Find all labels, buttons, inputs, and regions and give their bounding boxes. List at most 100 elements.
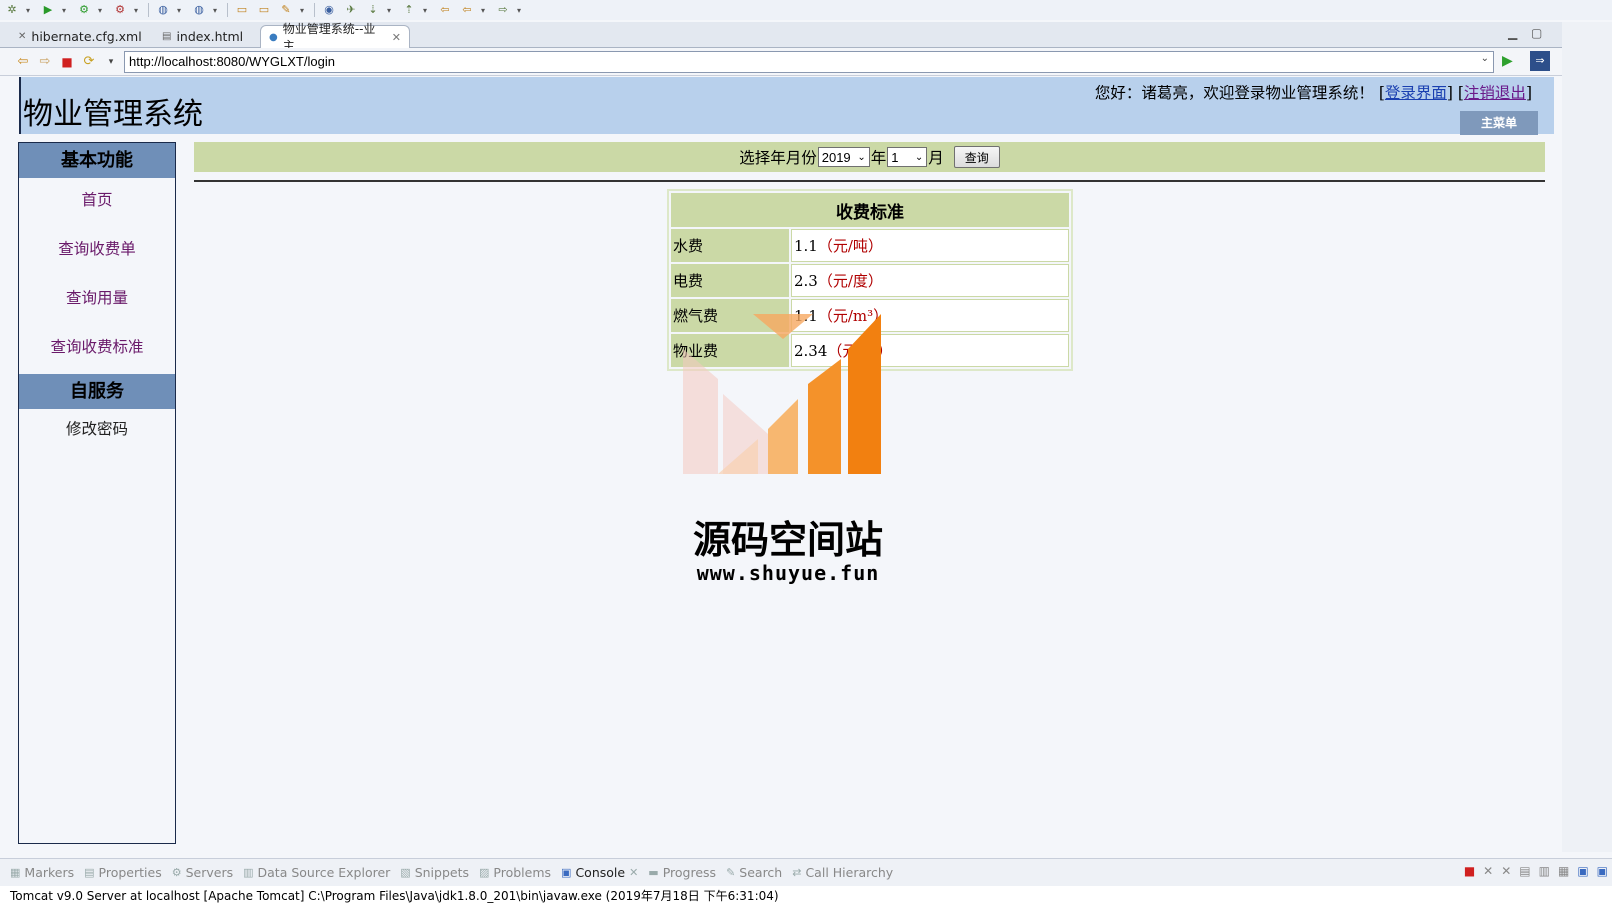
fee-value-cell: 2.3（元/度） — [791, 264, 1069, 297]
tab-markers[interactable]: ▦ Markers — [10, 865, 74, 880]
close-icon[interactable]: ✕ — [629, 866, 638, 879]
welcome-message: 您好：诸葛亮，欢迎登录物业管理系统！ [登录界面] [注销退出] — [1095, 81, 1532, 103]
toolbar-separator — [314, 3, 315, 17]
pin-console-icon[interactable]: ▣ — [1577, 864, 1588, 878]
open-folder-icon[interactable]: ▭ — [256, 3, 272, 17]
toolbar-separator — [148, 3, 149, 17]
remove-launch-icon[interactable]: ✕ — [1483, 864, 1493, 878]
dropdown-caret-icon[interactable]: ▾ — [213, 6, 221, 15]
servers-icon: ⚙ — [171, 866, 182, 879]
refresh-icon[interactable]: ⟳ — [78, 54, 100, 69]
stop-icon[interactable]: ■ — [56, 55, 78, 69]
problems-icon: ▨ — [479, 866, 490, 879]
sidebar-item-query-usage[interactable]: 查询用量 — [19, 276, 175, 325]
minimize-icon[interactable]: ▁ — [1508, 26, 1517, 40]
close-icon[interactable]: ✕ — [392, 31, 401, 44]
sidebar-item-home[interactable]: 首页 — [19, 178, 175, 227]
search-icon: ✎ — [726, 866, 736, 879]
fee-value-cell: 2.34（元/月） — [791, 334, 1069, 367]
annotation-icon[interactable]: ✎ — [278, 3, 294, 17]
prev-annotation-icon[interactable]: ⇡ — [401, 3, 417, 17]
tab-data-source-explorer[interactable]: ▥ Data Source Explorer — [243, 865, 390, 880]
year-suffix: 年 — [870, 149, 887, 167]
dropdown-caret-icon[interactable]: ▾ — [481, 6, 489, 15]
dropdown-caret-icon[interactable]: ▾ — [423, 6, 431, 15]
table-row: 燃气费 1.1（元/m³） — [671, 299, 1069, 332]
next-annotation-icon[interactable]: ⇣ — [365, 3, 381, 17]
fee-value-cell: 1.1（元/吨） — [791, 229, 1069, 262]
view-tab-label: Snippets — [414, 865, 470, 880]
new-wizard-icon[interactable]: ◍ — [191, 3, 207, 17]
search-tool-icon[interactable]: ✈ — [343, 3, 359, 17]
scroll-lock-icon[interactable]: ▥ — [1539, 864, 1550, 878]
snippets-icon: ▧ — [400, 866, 411, 879]
logout-link[interactable]: 注销退出 — [1464, 84, 1526, 102]
table-header-row: 收费标准 — [671, 193, 1069, 227]
fee-value-cell: 1.1（元/m³） — [791, 299, 1069, 332]
query-button[interactable]: 查询 — [953, 146, 1000, 168]
sidebar-heading-self-service: 自服务 — [19, 374, 175, 409]
open-type-icon[interactable]: ▭ — [234, 3, 250, 17]
chevron-down-icon: ⌄ — [857, 151, 866, 163]
tab-call-hierarchy[interactable]: ⇄ Call Hierarchy — [792, 865, 893, 880]
main-menu-button[interactable]: 主菜单 — [1460, 111, 1538, 135]
back-arrow-icon[interactable]: ⇦ — [12, 54, 34, 69]
url-input[interactable]: http://localhost:8080/WYGLXT/login ⌄ — [124, 51, 1494, 73]
tab-progress[interactable]: ▬ Progress — [648, 865, 716, 880]
forward-icon[interactable]: ⇨ — [495, 3, 511, 17]
tab-problems[interactable]: ▨ Problems — [479, 865, 551, 880]
last-edit-icon[interactable]: ⇦ — [437, 3, 453, 17]
dropdown-caret-icon[interactable]: ▾ — [177, 6, 185, 15]
browser-nav-bar: ⇦ ⇨ ■ ⟳ ▾ http://localhost:8080/WYGLXT/l… — [0, 48, 1562, 76]
properties-icon: ▤ — [84, 866, 95, 879]
go-icon[interactable]: ▶ — [1502, 53, 1513, 69]
web-page: 物业管理系统 您好：诸葛亮，欢迎登录物业管理系统！ [登录界面] [注销退出] … — [8, 77, 1560, 852]
fee-value: 1.1 — [794, 237, 818, 255]
tab-browser-page[interactable]: ● 物业管理系统--业主 ✕ — [260, 22, 410, 53]
database-icon: ▥ — [243, 866, 254, 879]
word-wrap-icon[interactable]: ▦ — [1558, 864, 1569, 878]
external-tools-icon[interactable]: ⚙ — [112, 3, 128, 17]
dropdown-caret-icon[interactable]: ▾ — [26, 6, 34, 15]
fee-standard-table: 收费标准 水费 1.1（元/吨） 电费 2.3（元/度） 燃气费 1.1（元/m… — [667, 189, 1073, 371]
remove-all-icon[interactable]: ✕ — [1501, 864, 1511, 878]
tab-properties[interactable]: ▤ Properties — [84, 865, 162, 880]
fee-value: 1.1 — [794, 307, 818, 325]
terminate-icon[interactable]: ■ — [1464, 864, 1475, 878]
login-page-link[interactable]: 登录界面 — [1385, 84, 1447, 102]
tab-search[interactable]: ✎ Search — [726, 865, 782, 880]
clear-console-icon[interactable]: ▤ — [1519, 864, 1530, 878]
tab-snippets[interactable]: ▧ Snippets — [400, 865, 469, 880]
web-browser-icon[interactable]: ◉ — [321, 3, 337, 17]
month-select[interactable]: 1 ⌄ — [887, 147, 928, 167]
fee-label: 水费 — [671, 229, 789, 262]
dropdown-caret-icon[interactable]: ▾ — [517, 6, 525, 15]
new-server-icon[interactable]: ◍ — [155, 3, 171, 17]
fee-label: 物业费 — [671, 334, 789, 367]
forward-arrow-icon[interactable]: ⇨ — [34, 54, 56, 69]
display-console-icon[interactable]: ▣ — [1597, 864, 1608, 878]
dropdown-caret-icon[interactable]: ▾ — [100, 57, 122, 67]
sidebar-item-change-password[interactable]: 修改密码 — [19, 409, 175, 458]
tab-index-html[interactable]: ▤ index.html — [154, 25, 251, 48]
fee-unit: （元/吨） — [817, 237, 883, 255]
tab-console[interactable]: ▣ Console ✕ — [561, 865, 638, 880]
sidebar-item-query-bills[interactable]: 查询收费单 — [19, 227, 175, 276]
dropdown-caret-icon[interactable]: ▾ — [62, 6, 70, 15]
dropdown-caret-icon[interactable]: ▾ — [98, 6, 106, 15]
tab-hibernate-cfg[interactable]: ✕ hibernate.cfg.xml — [10, 25, 150, 48]
sidebar-item-query-fee-standard[interactable]: 查询收费标准 — [19, 325, 175, 374]
run-tool-icon[interactable]: ⚙ — [76, 3, 92, 17]
dropdown-caret-icon[interactable]: ▾ — [300, 6, 308, 15]
back-icon[interactable]: ⇦ — [459, 3, 475, 17]
sidebar-heading-basic: 基本功能 — [19, 143, 175, 178]
year-select[interactable]: 2019 ⌄ — [817, 147, 870, 167]
run-icon[interactable]: ▶ — [40, 3, 56, 17]
dropdown-caret-icon[interactable]: ▾ — [134, 6, 142, 15]
tab-servers[interactable]: ⚙ Servers — [172, 865, 233, 880]
debug-icon[interactable]: ✲ — [4, 3, 20, 17]
dropdown-caret-icon[interactable]: ▾ — [387, 6, 395, 15]
chevron-down-icon[interactable]: ⌄ — [1481, 53, 1489, 64]
maximize-icon[interactable]: ▢ — [1531, 26, 1542, 40]
open-external-browser-icon[interactable]: ⇒ — [1530, 51, 1550, 71]
